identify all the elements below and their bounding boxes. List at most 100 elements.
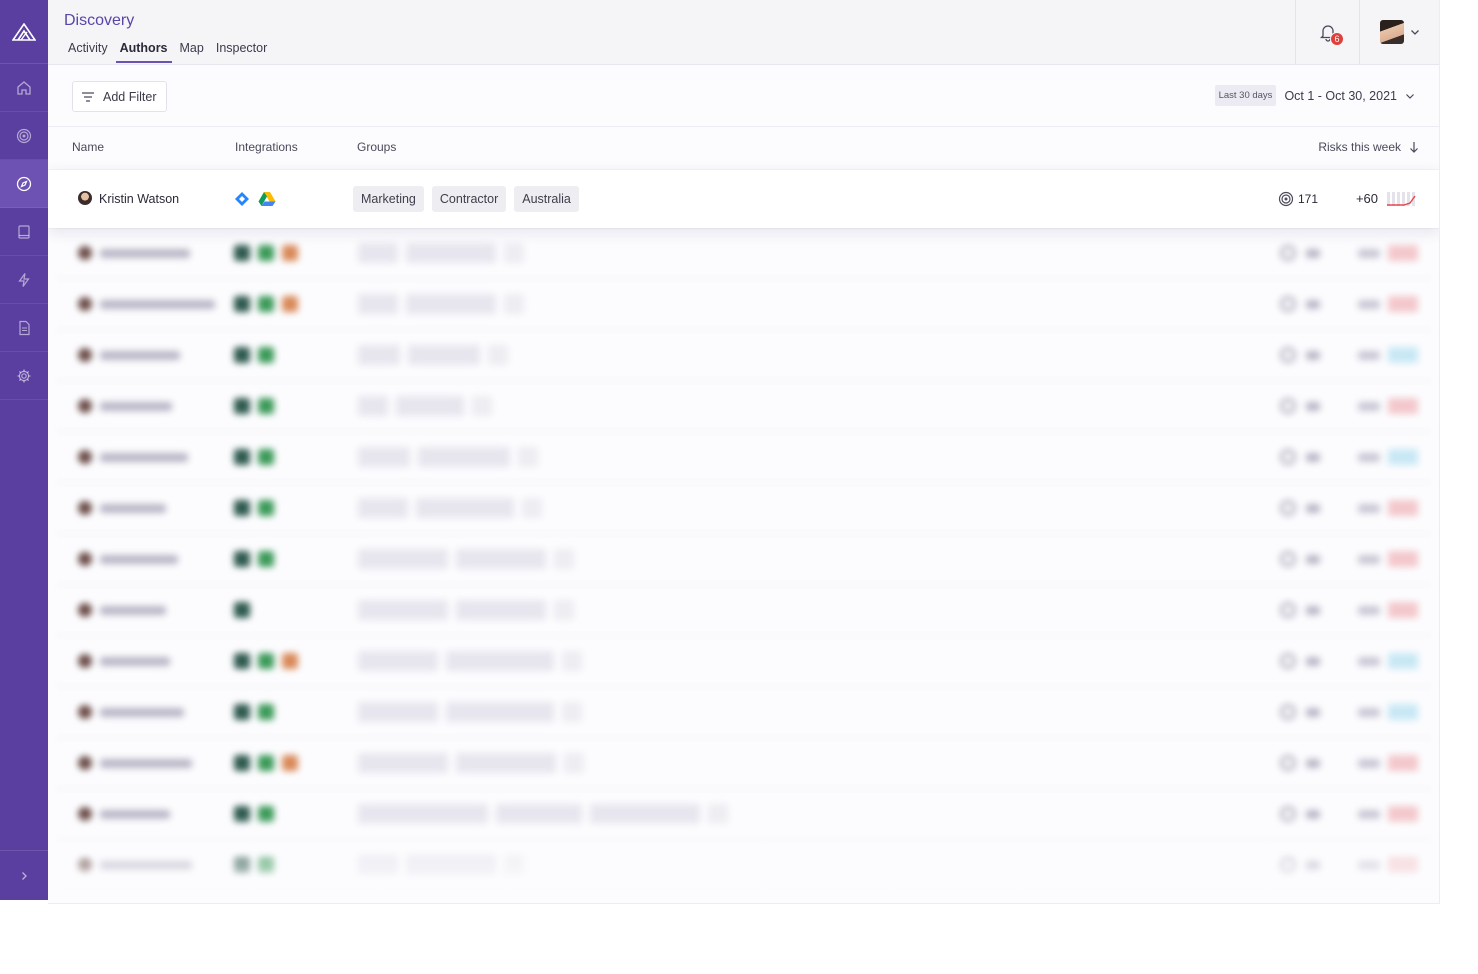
column-name[interactable]: Name [72,140,104,154]
tab-authors[interactable]: Authors [115,41,172,63]
author-name[interactable]: Kristin Watson [99,192,179,206]
risk-count-placeholder [1306,249,1320,258]
google-drive-icon [258,192,276,206]
risk-delta-placeholder [1358,708,1380,717]
table-row[interactable] [56,687,1432,738]
group-tag-placeholder [416,498,514,518]
risk-delta-placeholder [1358,351,1380,360]
date-preset-chip[interactable]: Last 30 days [1214,85,1277,106]
sidebar-item-target[interactable] [0,112,48,160]
author-name-placeholder [100,606,166,615]
group-tag-placeholder [358,753,448,773]
group-tag-placeholder [358,345,400,365]
integration-list [234,398,274,414]
integration-list [234,755,298,771]
risk-sparkline [1388,347,1418,363]
risk-sparkline [1388,245,1418,261]
column-risks[interactable]: Risks this week [1318,140,1419,154]
date-range-picker[interactable]: Last 30 days Oct 1 - Oct 30, 2021 [1214,85,1415,106]
risk-count-placeholder [1306,351,1320,360]
risk-count-placeholder [1306,504,1320,513]
integration-icon [234,500,250,516]
group-tag-list [358,549,574,569]
risk-target-icon [1280,653,1296,669]
risk-delta-placeholder [1358,555,1380,564]
risk-delta-placeholder [1358,402,1380,411]
sidebar-item-discovery[interactable] [0,160,48,208]
risk-delta-placeholder [1358,759,1380,768]
group-tag[interactable]: Contractor [431,186,507,212]
column-integrations[interactable]: Integrations [235,140,298,154]
add-filter-button[interactable]: Add Filter [72,81,167,112]
table-row[interactable] [56,381,1432,432]
risk-delta-placeholder [1358,249,1380,258]
top-right-controls: 6 [1295,0,1439,64]
integration-list [234,500,274,516]
tab-map[interactable]: Map [176,41,208,63]
group-tag-placeholder [406,243,496,263]
integration-icon [258,296,274,312]
more-tags-placeholder [488,345,508,365]
notifications-button[interactable]: 6 [1295,0,1359,64]
risk-count-placeholder [1306,453,1320,462]
sidebar-item-reports[interactable] [0,304,48,352]
group-tag-list [358,294,524,314]
bottom-fade [48,813,1439,903]
table-row[interactable] [56,330,1432,381]
table-row[interactable] [56,279,1432,330]
date-range-label: Oct 1 - Oct 30, 2021 [1284,88,1397,103]
table-row-highlighted[interactable]: Kristin Watson Marketing Contractor Aust… [48,170,1439,228]
table-row[interactable] [56,636,1432,687]
avatar [78,705,92,719]
sidebar-expand-button[interactable] [0,850,48,900]
sidebar-item-events[interactable] [0,256,48,304]
risk-delta: +60 [1355,191,1378,206]
column-risks-label: Risks this week [1318,140,1401,154]
risk-delta-placeholder [1358,504,1380,513]
more-tags-placeholder [564,753,584,773]
group-tag-placeholder [446,651,554,671]
author-name-placeholder [100,453,188,462]
group-tag-list [358,498,542,518]
integration-icon [258,653,274,669]
jira-icon [235,192,249,206]
avatar [78,191,92,205]
tab-bar: Activity Authors Map Inspector [64,41,275,63]
sidebar-item-settings[interactable] [0,352,48,400]
tab-activity[interactable]: Activity [64,41,112,63]
logo-icon[interactable] [0,0,48,64]
table-row[interactable] [56,738,1432,789]
avatar [78,246,92,260]
risk-sparkline [1388,653,1418,669]
risk-count-placeholder [1306,708,1320,717]
risk-delta-placeholder [1358,300,1380,309]
integration-icon [282,296,298,312]
author-name-placeholder [100,708,184,717]
risk-sparkline [1388,398,1418,414]
table-row[interactable] [56,432,1432,483]
group-tag[interactable]: Marketing [353,186,424,212]
table-row[interactable] [56,483,1432,534]
column-groups[interactable]: Groups [357,140,396,154]
risk-sparkline [1388,755,1418,771]
group-tag-placeholder [396,396,464,416]
table-row[interactable] [56,228,1432,279]
more-tags-placeholder [504,294,524,314]
group-tag-placeholder [358,600,448,620]
group-tag-placeholder [358,702,438,722]
integration-list [234,704,274,720]
group-tag-placeholder [456,600,546,620]
group-tag-placeholder [456,753,556,773]
table-row[interactable] [56,585,1432,636]
more-tags-placeholder [504,243,524,263]
sidebar-item-library[interactable] [0,208,48,256]
chevron-down-icon [1410,30,1419,35]
group-tag[interactable]: Australia [514,186,579,212]
tab-inspector[interactable]: Inspector [212,41,271,63]
group-tag-list [358,702,582,722]
user-menu-button[interactable] [1359,0,1439,64]
more-tags-placeholder [522,498,542,518]
integration-icon [258,704,274,720]
sidebar-item-home[interactable] [0,64,48,112]
table-row[interactable] [56,534,1432,585]
